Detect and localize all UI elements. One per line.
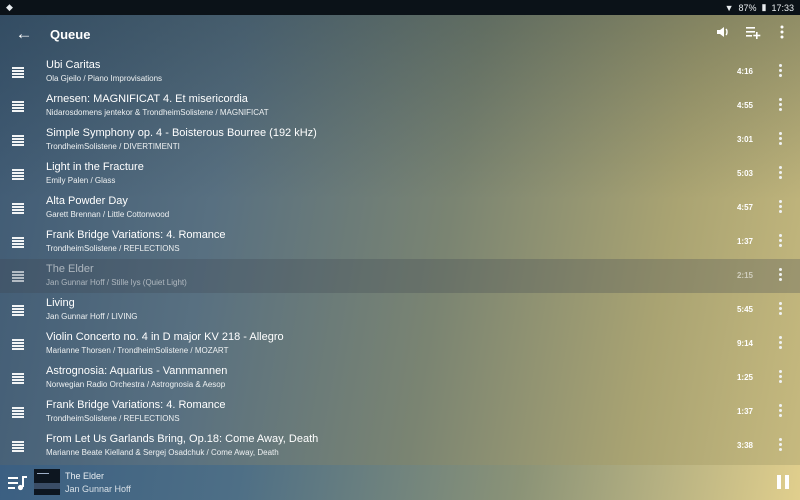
- status-bar: ◆ ▼ 87% ▮ 17:33: [0, 0, 800, 15]
- queue-row[interactable]: Violin Concerto no. 4 in D major KV 218 …: [0, 327, 800, 361]
- back-arrow-icon[interactable]: ←: [14, 24, 34, 44]
- queue-row[interactable]: Living Jan Gunnar Hoff / LIVING 5:45: [0, 293, 800, 327]
- drag-handle-icon[interactable]: [12, 135, 24, 146]
- now-playing-artist: Jan Gunnar Hoff: [65, 484, 131, 494]
- queue-icon[interactable]: [8, 474, 28, 492]
- track-title: Astrognosia: Aquarius - Vannmannen: [46, 365, 228, 377]
- drag-handle-icon[interactable]: [12, 271, 24, 282]
- track-subtitle: Marianne Thorsen / TrondheimSolistene / …: [46, 346, 229, 355]
- page-title: Queue: [50, 27, 91, 42]
- track-title: Violin Concerto no. 4 in D major KV 218 …: [46, 331, 284, 343]
- wifi-icon: ▼: [724, 2, 734, 13]
- more-options-icon[interactable]: [774, 234, 786, 250]
- more-options-icon[interactable]: [774, 302, 786, 318]
- queue-row[interactable]: Light in the Fracture Emily Palen / Glas…: [0, 157, 800, 191]
- battery-icon: ▮: [761, 2, 767, 12]
- track-duration: 4:16: [736, 67, 753, 76]
- now-playing-title: The Elder: [65, 471, 105, 481]
- track-title: Ubi Caritas: [46, 59, 101, 71]
- album-art[interactable]: [34, 469, 60, 495]
- track-subtitle: Garett Brennan / Little Cottonwood: [46, 210, 170, 219]
- add-to-playlist-icon[interactable]: [743, 24, 763, 44]
- more-options-icon[interactable]: [774, 404, 786, 420]
- queue-row-current[interactable]: The Elder Jan Gunnar Hoff / Stille lys (…: [0, 259, 800, 293]
- drag-handle-icon[interactable]: [12, 373, 24, 384]
- track-subtitle: Jan Gunnar Hoff / Stille lys (Quiet Ligh…: [46, 278, 187, 287]
- track-duration: 3:38: [736, 441, 753, 450]
- more-options-icon[interactable]: [774, 370, 786, 386]
- queue-row[interactable]: Simple Symphony op. 4 - Boisterous Bourr…: [0, 123, 800, 157]
- overflow-menu-icon[interactable]: [772, 24, 792, 44]
- queue-row[interactable]: From Let Us Garlands Bring, Op.18: Come …: [0, 429, 800, 463]
- track-title: Frank Bridge Variations: 4. Romance: [46, 399, 226, 411]
- clock: 17:33: [771, 2, 794, 13]
- track-title: From Let Us Garlands Bring, Op.18: Come …: [46, 433, 319, 445]
- drag-handle-icon[interactable]: [12, 407, 24, 418]
- more-options-icon[interactable]: [774, 336, 786, 352]
- track-duration: 4:57: [736, 203, 753, 212]
- track-subtitle: TrondheimSolistene / DIVERTIMENTI: [46, 142, 180, 151]
- track-duration: 9:14: [736, 339, 753, 348]
- track-duration: 1:37: [736, 407, 753, 416]
- more-options-icon[interactable]: [774, 132, 786, 148]
- drag-handle-icon[interactable]: [12, 441, 24, 452]
- track-subtitle: TrondheimSolistene / REFLECTIONS: [46, 244, 180, 253]
- track-duration: 5:03: [736, 169, 753, 178]
- drag-handle-icon[interactable]: [12, 67, 24, 78]
- track-subtitle: Norwegian Radio Orchestra / Astrognosia …: [46, 380, 226, 389]
- drag-handle-icon[interactable]: [12, 203, 24, 214]
- track-title: Frank Bridge Variations: 4. Romance: [46, 229, 226, 241]
- queue-row[interactable]: Arnesen: MAGNIFICAT 4. Et misericordia N…: [0, 89, 800, 123]
- track-duration: 3:01: [736, 135, 753, 144]
- queue-row[interactable]: Ubi Caritas Ola Gjeilo / Piano Improvisa…: [0, 55, 800, 89]
- drag-handle-icon[interactable]: [12, 305, 24, 316]
- notification-icon: ◆: [6, 2, 13, 12]
- drag-handle-icon[interactable]: [12, 237, 24, 248]
- drag-handle-icon[interactable]: [12, 101, 24, 112]
- track-duration: 4:55: [736, 101, 753, 110]
- more-options-icon[interactable]: [774, 64, 786, 80]
- track-duration: 2:15: [736, 271, 753, 280]
- queue-list: Ubi Caritas Ola Gjeilo / Piano Improvisa…: [0, 55, 800, 463]
- track-title: Arnesen: MAGNIFICAT 4. Et misericordia: [46, 93, 248, 105]
- track-subtitle: Jan Gunnar Hoff / LIVING: [46, 312, 138, 321]
- drag-handle-icon[interactable]: [12, 339, 24, 350]
- more-options-icon[interactable]: [774, 200, 786, 216]
- drag-handle-icon[interactable]: [12, 169, 24, 180]
- track-title: Living: [46, 297, 75, 309]
- track-subtitle: TrondheimSolistene / REFLECTIONS: [46, 414, 180, 423]
- queue-row[interactable]: Astrognosia: Aquarius - Vannmannen Norwe…: [0, 361, 800, 395]
- more-options-icon[interactable]: [774, 438, 786, 454]
- volume-icon[interactable]: [713, 24, 733, 44]
- track-duration: 1:25: [736, 373, 753, 382]
- track-title: Light in the Fracture: [46, 161, 144, 173]
- track-subtitle: Emily Palen / Glass: [46, 176, 116, 185]
- more-options-icon[interactable]: [774, 166, 786, 182]
- toolbar: ← Queue: [0, 15, 800, 55]
- track-subtitle: Ola Gjeilo / Piano Improvisations: [46, 74, 163, 83]
- track-title: Alta Powder Day: [46, 195, 128, 207]
- queue-row[interactable]: Alta Powder Day Garett Brennan / Little …: [0, 191, 800, 225]
- more-options-icon[interactable]: [774, 98, 786, 114]
- track-subtitle: Nidarosdomens jentekor & TrondheimSolist…: [46, 108, 269, 117]
- track-title: Simple Symphony op. 4 - Boisterous Bourr…: [46, 127, 317, 139]
- queue-row[interactable]: Frank Bridge Variations: 4. Romance Tron…: [0, 395, 800, 429]
- more-options-icon[interactable]: [774, 268, 786, 284]
- track-duration: 1:37: [736, 237, 753, 246]
- track-title: The Elder: [46, 263, 94, 275]
- battery-percent: 87%: [738, 2, 757, 13]
- now-playing-bar[interactable]: The Elder Jan Gunnar Hoff: [0, 465, 800, 500]
- track-subtitle: Marianne Beate Kielland & Sergej Osadchu…: [46, 448, 279, 457]
- queue-row[interactable]: Frank Bridge Variations: 4. Romance Tron…: [0, 225, 800, 259]
- track-duration: 5:45: [736, 305, 753, 314]
- pause-icon[interactable]: [776, 475, 790, 489]
